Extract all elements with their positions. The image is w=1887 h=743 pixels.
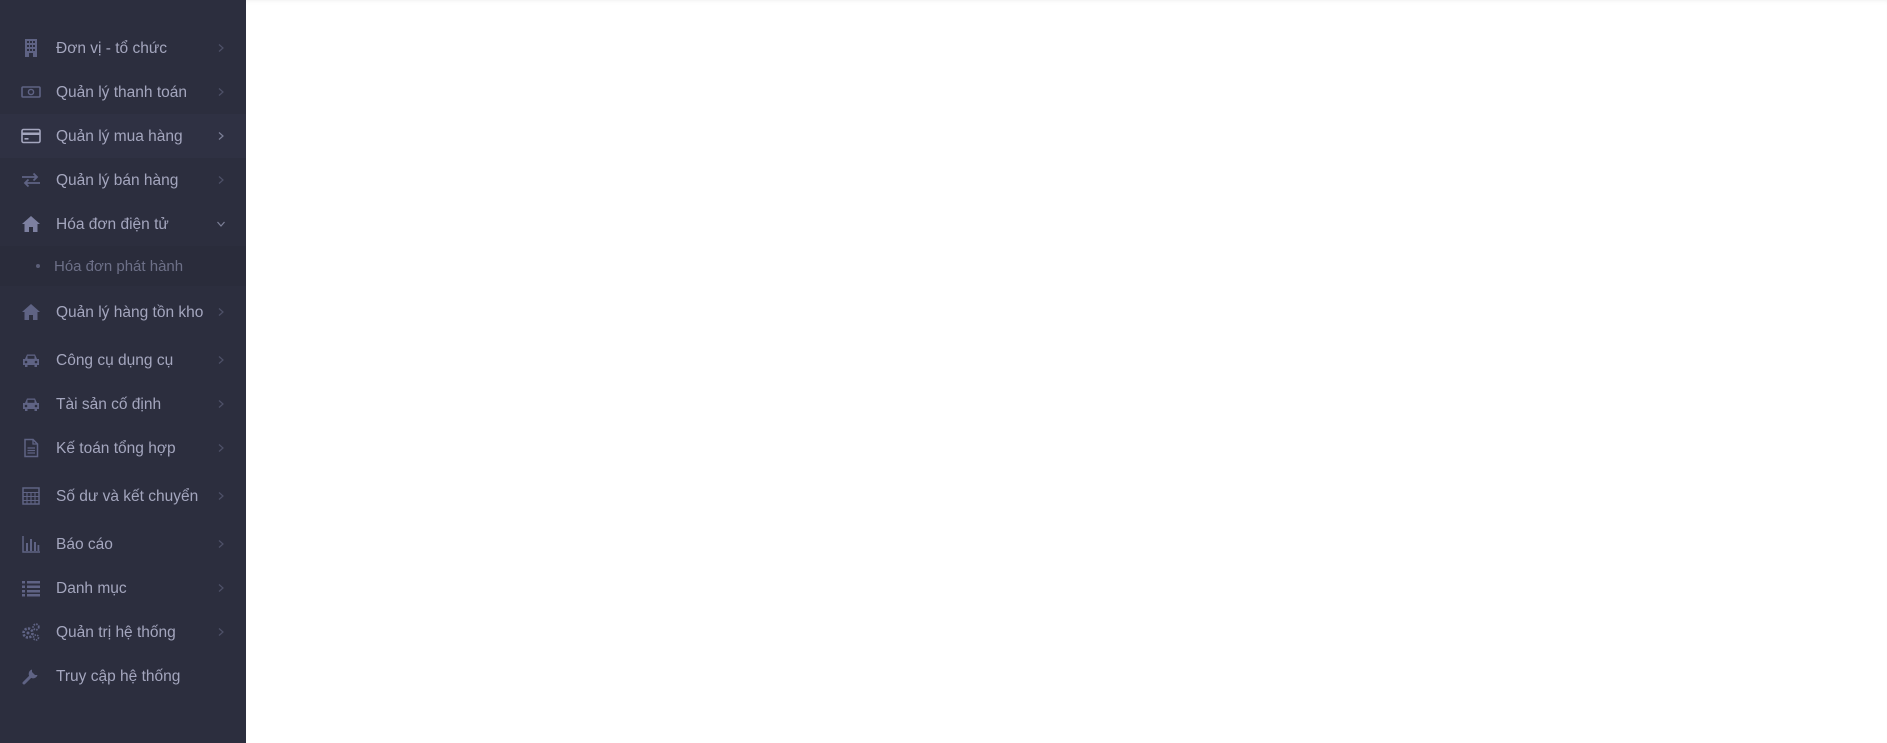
sidebar-item-label: Quản lý hàng tồn kho: [56, 303, 204, 321]
gears-icon: [20, 621, 42, 643]
chevron-right-icon: [216, 43, 226, 53]
sidebar-item-label: Công cụ dụng cụ: [56, 351, 174, 369]
home-icon: [20, 301, 42, 323]
credit-card-icon: [20, 125, 42, 147]
sidebar-item-tai-san-co-dinh[interactable]: Tài sản cố định: [0, 382, 246, 426]
sidebar-item-label: Hóa đơn điện tử: [56, 215, 169, 233]
car-icon: [20, 393, 42, 415]
exchange-icon: [20, 169, 42, 191]
sidebar-item-danh-muc[interactable]: Danh mục: [0, 566, 246, 610]
chevron-right-icon: [216, 355, 226, 365]
chevron-right-icon: [216, 443, 226, 453]
sidebar-item-label: Báo cáo: [56, 535, 113, 553]
sidebar-item-label: Quản trị hệ thống: [56, 623, 176, 641]
sidebar-item-don-vi-to-chuc[interactable]: Đơn vị - tổ chức: [0, 26, 246, 70]
sidebar-item-label: Số dư và kết chuyển: [56, 487, 199, 505]
sidebar-item-quan-ly-ban-hang[interactable]: Quản lý bán hàng: [0, 158, 246, 202]
submenu-item-label: Hóa đơn phát hành: [54, 257, 184, 275]
sidebar-item-hoa-don-dien-tu[interactable]: Hóa đơn điện tử: [0, 202, 246, 246]
chevron-right-icon: [216, 539, 226, 549]
sidebar-item-label: Đơn vị - tổ chức: [56, 39, 167, 57]
sidebar-item-label: Kế toán tổng hợp: [56, 439, 176, 457]
wrench-icon: [20, 665, 42, 687]
chevron-right-icon: [216, 399, 226, 409]
sidebar-item-ke-toan-tong-hop[interactable]: Kế toán tổng hợp: [0, 426, 246, 470]
chevron-right-icon: [216, 491, 226, 501]
sidebar-item-label: Tài sản cố định: [56, 395, 162, 413]
sidebar-item-bao-cao[interactable]: Báo cáo: [0, 522, 246, 566]
sidebar-item-label: Quản lý thanh toán: [56, 83, 187, 101]
submenu-item-hoa-don-phat-hanh[interactable]: Hóa đơn phát hành: [0, 246, 246, 286]
chevron-right-icon: [216, 583, 226, 593]
submenu-hoa-don-dien-tu: Hóa đơn phát hành: [0, 246, 246, 286]
chevron-down-icon: [216, 219, 226, 229]
list-icon: [20, 577, 42, 599]
sidebar: Đơn vị - tổ chức Quản lý thanh toán Quản…: [0, 0, 246, 743]
sidebar-item-quan-ly-mua-hang[interactable]: Quản lý mua hàng: [0, 114, 246, 158]
chevron-right-icon: [216, 307, 226, 317]
sidebar-item-label: Quản lý mua hàng: [56, 127, 183, 145]
bar-chart-icon: [20, 533, 42, 555]
chevron-right-icon: [216, 87, 226, 97]
sidebar-item-quan-ly-thanh-toan[interactable]: Quản lý thanh toán: [0, 70, 246, 114]
sidebar-item-label: Quản lý bán hàng: [56, 171, 179, 189]
calculator-icon: [20, 485, 42, 507]
building-icon: [20, 37, 42, 59]
car-icon: [20, 349, 42, 371]
chevron-right-icon: [216, 175, 226, 185]
sidebar-item-label: Danh mục: [56, 579, 127, 597]
sidebar-item-so-du-va-ket-chuyen[interactable]: Số dư và kết chuyển: [0, 470, 246, 522]
sidebar-item-quan-tri-he-thong[interactable]: Quản trị hệ thống: [0, 610, 246, 654]
sidebar-item-quan-ly-hang-ton-kho[interactable]: Quản lý hàng tồn kho: [0, 286, 246, 338]
sidebar-item-label: Truy cập hệ thống: [56, 667, 181, 685]
sidebar-item-cong-cu-dung-cu[interactable]: Công cụ dụng cụ: [0, 338, 246, 382]
app-page: Đơn vị - tổ chức Quản lý thanh toán Quản…: [0, 0, 1887, 743]
money-icon: [20, 81, 42, 103]
sidebar-item-truy-cap-he-thong[interactable]: Truy cập hệ thống: [0, 654, 246, 698]
home-icon: [20, 213, 42, 235]
bullet-icon: [36, 264, 40, 268]
main-content: [246, 0, 1887, 743]
chevron-right-icon: [216, 131, 226, 141]
document-icon: [20, 437, 42, 459]
chevron-right-icon: [216, 627, 226, 637]
